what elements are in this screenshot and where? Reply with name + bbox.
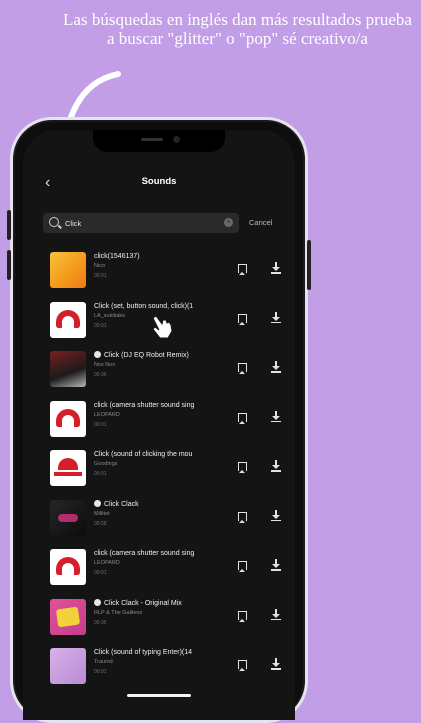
sound-title: Click Clack xyxy=(104,500,139,508)
sound-duration: 00:01 xyxy=(94,669,107,675)
volume-button xyxy=(7,210,11,240)
bookmark-icon[interactable] xyxy=(238,610,247,622)
download-icon[interactable] xyxy=(271,311,281,324)
sound-title: Click Clack - Original Mix xyxy=(104,599,182,607)
sound-artist: Millitet xyxy=(94,510,110,517)
sound-duration: 00:35 xyxy=(94,619,107,626)
sound-title: click (camera shutter sound sing xyxy=(94,550,195,557)
sound-artist: LEOPARD xyxy=(94,560,120,566)
sound-title-row: Click Clack - Original Mix xyxy=(94,598,226,609)
sound-cover[interactable] xyxy=(50,648,86,684)
sound-row[interactable]: click (camera shutter sound sing LEOPARD… xyxy=(39,545,295,595)
bookmark-icon[interactable] xyxy=(238,313,247,325)
bookmark-icon[interactable] xyxy=(238,511,247,523)
sound-title: click (camera shutter sound sing xyxy=(94,401,195,409)
download-icon[interactable] xyxy=(271,460,281,472)
sound-duration: 00:01 xyxy=(94,273,107,279)
sound-duration: 00:01 xyxy=(94,471,107,477)
sound-title: Click (sound of typing Enter)(14 xyxy=(94,649,193,656)
search-icon xyxy=(49,217,59,227)
sound-artist: RLP & The Galileos xyxy=(94,609,143,616)
sound-cover[interactable] xyxy=(50,450,86,486)
sound-title: Click (set, button sound, click)(1 xyxy=(94,302,194,310)
download-icon[interactable] xyxy=(271,658,281,670)
sound-cover[interactable] xyxy=(50,252,86,288)
sound-cover[interactable] xyxy=(50,499,86,536)
sound-row[interactable]: click(1546137) Nico 00:01 xyxy=(39,248,295,298)
sound-cover[interactable] xyxy=(50,549,86,585)
download-icon[interactable] xyxy=(271,361,281,373)
instruction-caption: Las búsquedas en inglés dan más resultad… xyxy=(63,10,412,48)
home-indicator xyxy=(127,694,191,697)
sound-artist: Goodings xyxy=(94,461,118,467)
verified-icon xyxy=(94,598,101,606)
sound-row[interactable]: Click Clack - Original Mix RLP & The Gal… xyxy=(39,595,295,645)
cancel-button[interactable]: Cancel xyxy=(249,218,272,227)
sound-duration: 00:58 xyxy=(94,520,107,527)
sound-cover[interactable] xyxy=(50,400,86,437)
bookmark-icon[interactable] xyxy=(238,412,247,424)
download-icon[interactable] xyxy=(271,410,281,423)
sound-artist: LEOPARD xyxy=(94,411,120,418)
sound-artist: Nico xyxy=(94,263,106,269)
search-bar[interactable]: × xyxy=(43,213,239,233)
download-icon[interactable] xyxy=(271,608,281,621)
verified-icon xyxy=(94,351,101,358)
page-title: Sounds xyxy=(141,176,177,187)
sound-artist: Traumd xyxy=(94,659,113,665)
sound-cover[interactable] xyxy=(50,598,86,635)
verified-icon xyxy=(94,499,101,507)
bookmark-icon[interactable] xyxy=(238,660,247,671)
sound-row[interactable]: Click (DJ EQ Robot Remix) Nox Nox 00:36 xyxy=(39,347,295,397)
phone-frame: ‹ Sounds × Cancel click(1546137) Nico 00… xyxy=(7,117,311,723)
power-button xyxy=(307,240,311,290)
download-icon[interactable] xyxy=(271,509,281,522)
bookmark-icon[interactable] xyxy=(238,363,247,374)
download-icon[interactable] xyxy=(271,559,281,571)
sound-title: Click (DJ EQ Robot Remix) xyxy=(104,352,189,359)
sound-artist: Nox Nox xyxy=(94,362,116,368)
speaker xyxy=(141,138,163,141)
sound-cover[interactable] xyxy=(50,351,86,387)
clear-icon[interactable]: × xyxy=(224,218,233,227)
sound-duration: 00:01 xyxy=(94,421,107,428)
sound-row[interactable]: Click (sound of clicking the mou Gooding… xyxy=(39,446,295,496)
download-icon[interactable] xyxy=(271,262,281,274)
sound-duration: 00:01 xyxy=(94,570,107,576)
search-input[interactable] xyxy=(65,216,215,230)
sound-duration: 00:36 xyxy=(94,372,107,378)
bookmark-icon[interactable] xyxy=(238,264,247,275)
sound-cover[interactable] xyxy=(50,301,86,338)
sound-row[interactable]: click (camera shutter sound sing LEOPARD… xyxy=(39,397,295,447)
bookmark-icon[interactable] xyxy=(238,462,247,473)
sound-title: Click (sound of clicking the mou xyxy=(94,451,193,458)
app-screen: ‹ Sounds × Cancel click(1546137) Nico 00… xyxy=(23,130,295,720)
bookmark-icon[interactable] xyxy=(238,561,247,572)
sound-row[interactable]: Click (sound of typing Enter)(14 Traumd … xyxy=(39,644,295,694)
sound-title-row: Click Clack xyxy=(94,499,226,510)
front-camera xyxy=(173,136,180,143)
sound-title: click(1546137) xyxy=(94,253,140,260)
sound-row[interactable]: Click Clack Millitet 00:58 xyxy=(39,496,295,546)
volume-button xyxy=(7,250,11,280)
pointing-hand-icon xyxy=(152,315,173,339)
sound-title-row: Click (DJ EQ Robot Remix) xyxy=(94,351,226,361)
notch xyxy=(93,130,225,152)
